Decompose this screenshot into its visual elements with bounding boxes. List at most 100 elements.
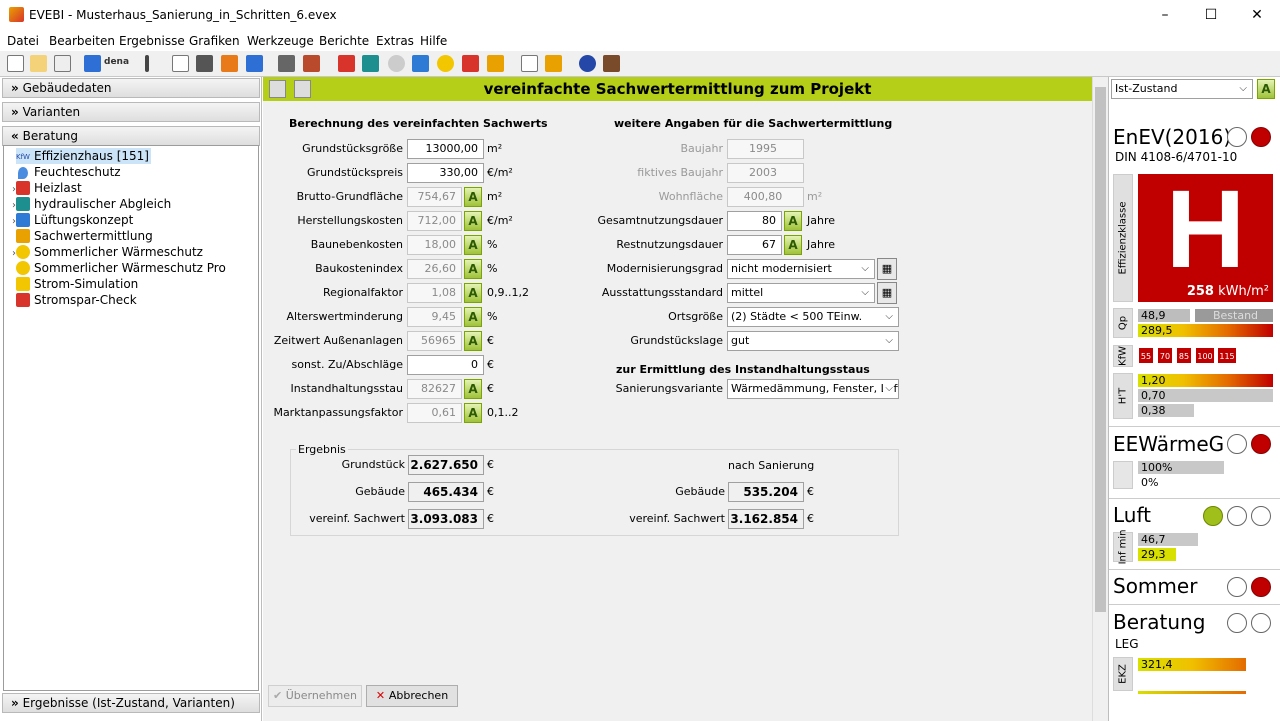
field-5-auto-button[interactable]: A bbox=[464, 259, 482, 279]
menu-berichte[interactable]: Berichte bbox=[319, 34, 369, 48]
vertical-scrollbar[interactable] bbox=[1092, 77, 1108, 721]
gnd-auto-button[interactable]: A bbox=[784, 211, 802, 231]
menu-extras[interactable]: Extras bbox=[376, 34, 414, 48]
gnd-label: Gesamtnutzungsdauer bbox=[597, 214, 723, 227]
tree-item-heizlast[interactable]: › Heizlast bbox=[12, 180, 82, 196]
menu-hilfe[interactable]: Hilfe bbox=[420, 34, 447, 48]
mod-select[interactable]: nicht modernisiert ⌵ bbox=[727, 259, 875, 279]
rnd-field[interactable]: 67 bbox=[727, 235, 782, 255]
auto-button[interactable]: A bbox=[1257, 79, 1275, 99]
field-11-auto-button[interactable]: A bbox=[464, 403, 482, 423]
report-icon[interactable] bbox=[521, 55, 538, 72]
tree-item-lueftung[interactable]: › Lüftungskonzept bbox=[12, 212, 133, 228]
run-icon[interactable] bbox=[246, 55, 263, 72]
tree-item-sommer[interactable]: › Sommerlicher Wärmeschutz bbox=[12, 244, 203, 260]
tree-item-sachwert[interactable]: Sachwertermittlung bbox=[16, 228, 153, 244]
maximize-button[interactable]: ☐ bbox=[1188, 0, 1234, 31]
sun-icon[interactable] bbox=[437, 55, 454, 72]
chevron-down-icon: ⌵ bbox=[885, 335, 893, 346]
minimize-button[interactable]: – bbox=[1142, 0, 1188, 31]
field-7-auto-button[interactable]: A bbox=[464, 307, 482, 327]
menu-werkzeuge[interactable]: Werkzeuge bbox=[247, 34, 314, 48]
field-8-auto-button[interactable]: A bbox=[464, 331, 482, 351]
bolt-icon[interactable] bbox=[462, 55, 479, 72]
menu-ergebnisse[interactable]: Ergebnisse bbox=[119, 34, 185, 48]
section-varianten[interactable]: » Varianten bbox=[2, 102, 260, 122]
magnifier-icon[interactable] bbox=[388, 55, 405, 72]
status-circle-empty bbox=[1251, 506, 1271, 526]
section-label: Varianten bbox=[22, 105, 81, 119]
menu-grafiken[interactable]: Grafiken bbox=[189, 34, 240, 48]
field-6-auto-button[interactable]: A bbox=[464, 283, 482, 303]
mod-label: Modernisierungsgrad bbox=[606, 262, 723, 275]
chevron-down-icon: ⌵ bbox=[883, 380, 893, 398]
exit-icon[interactable] bbox=[603, 55, 620, 72]
abbrechen-button[interactable]: ✕ Abbrechen bbox=[366, 685, 458, 707]
san-select[interactable]: Wärmedämmung, Fenster, Lüft ⌵ bbox=[727, 379, 899, 399]
menu-bar: Datei Bearbeiten Ergebnisse Grafiken Wer… bbox=[0, 31, 1280, 51]
menu-datei[interactable]: Datei bbox=[7, 34, 39, 48]
section-label: Gebäudedaten bbox=[22, 81, 112, 95]
export-icon[interactable] bbox=[221, 55, 238, 72]
aus-select[interactable]: mittel ⌵ bbox=[727, 283, 875, 303]
chart-report-icon[interactable] bbox=[545, 55, 562, 72]
calculator-icon[interactable]: ▦ bbox=[877, 282, 897, 304]
aus-value: mittel bbox=[731, 286, 764, 299]
enev-title: EnEV(2016) bbox=[1113, 125, 1232, 149]
ruler-icon[interactable] bbox=[303, 55, 320, 72]
calc-tree-icon[interactable] bbox=[278, 55, 295, 72]
qp-label: Qp bbox=[1113, 308, 1133, 338]
section-gebaeudedaten[interactable]: » Gebäudedaten bbox=[2, 78, 260, 98]
tree-item-sommer-pro[interactable]: Sommerlicher Wärmeschutz Pro bbox=[16, 260, 226, 276]
redo-icon[interactable] bbox=[84, 55, 101, 72]
effizienzklasse-label: Effizienzklasse bbox=[1113, 174, 1133, 302]
field-4-auto-button[interactable]: A bbox=[464, 235, 482, 255]
gnd-field[interactable]: 80 bbox=[727, 211, 782, 231]
open-folder-icon[interactable] bbox=[30, 55, 47, 72]
help-icon[interactable] bbox=[579, 55, 596, 72]
uebernehmen-button[interactable]: ✔ Übernehmen bbox=[268, 685, 362, 707]
menu-bearbeiten[interactable]: Bearbeiten bbox=[49, 34, 115, 48]
tree-item-stromspar[interactable]: Stromspar-Check bbox=[16, 292, 137, 308]
san-value: Wärmedämmung, Fenster, Lüft bbox=[731, 382, 899, 395]
mod-value: nicht modernisiert bbox=[731, 262, 832, 275]
field-9-label: sonst. Zu/Abschläge bbox=[291, 358, 404, 371]
ht-label: H'T bbox=[1113, 373, 1133, 419]
tree-icon[interactable] bbox=[196, 55, 213, 72]
field-2-auto-button[interactable]: A bbox=[464, 187, 482, 207]
tree-item-strom-sim[interactable]: Strom-Simulation bbox=[16, 276, 138, 292]
tree-item-effizienzhaus[interactable]: KfW Effizienzhaus [151] bbox=[16, 148, 151, 164]
section-ergebnisse[interactable]: » Ergebnisse (Ist-Zustand, Varianten) bbox=[2, 693, 260, 713]
field-1-input[interactable]: 330,00 bbox=[407, 163, 484, 183]
field-3-auto-button[interactable]: A bbox=[464, 211, 482, 231]
wand-icon[interactable] bbox=[145, 55, 149, 72]
scroll-thumb[interactable] bbox=[1095, 87, 1106, 612]
status-circle-red bbox=[1251, 127, 1271, 147]
zustand-select[interactable]: Ist-Zustand ⌵ bbox=[1111, 79, 1253, 99]
tree-item-hydraulik[interactable]: › hydraulischer Abgleich bbox=[12, 196, 171, 212]
fan-icon[interactable] bbox=[412, 55, 429, 72]
tree-item-feuchteschutz[interactable]: Feuchteschutz bbox=[16, 164, 121, 180]
section-beratung[interactable]: « Beratung bbox=[2, 126, 260, 146]
beratung-title: Beratung bbox=[1113, 610, 1206, 634]
field-10-auto-button[interactable]: A bbox=[464, 379, 482, 399]
calculator-icon[interactable]: ▦ bbox=[877, 258, 897, 280]
close-button[interactable]: ✕ bbox=[1234, 0, 1280, 31]
dena-icon[interactable]: dena bbox=[104, 57, 129, 67]
rnd-auto-button[interactable]: A bbox=[784, 235, 802, 255]
ort-select[interactable]: (2) Städte < 500 TEinw. ⌵ bbox=[727, 307, 899, 327]
hydraulic-icon[interactable] bbox=[362, 55, 379, 72]
window-icon[interactable] bbox=[338, 55, 355, 72]
field-0-input[interactable]: 13000,00 bbox=[407, 139, 484, 159]
house-icon[interactable] bbox=[487, 55, 504, 72]
section-label: Ergebnisse (Ist-Zustand, Varianten) bbox=[22, 696, 235, 710]
gebaeude2-label: Gebäude bbox=[675, 485, 725, 498]
right-section-header: weitere Angaben für die Sachwertermittlu… bbox=[614, 117, 893, 130]
field-9-input[interactable]: 0 bbox=[407, 355, 484, 375]
divider bbox=[1109, 426, 1280, 427]
copy-icon[interactable] bbox=[54, 55, 71, 72]
lage-select[interactable]: gut ⌵ bbox=[727, 331, 899, 351]
new-file-icon[interactable] bbox=[7, 55, 24, 72]
document-icon[interactable] bbox=[172, 55, 189, 72]
divider bbox=[1109, 569, 1280, 570]
